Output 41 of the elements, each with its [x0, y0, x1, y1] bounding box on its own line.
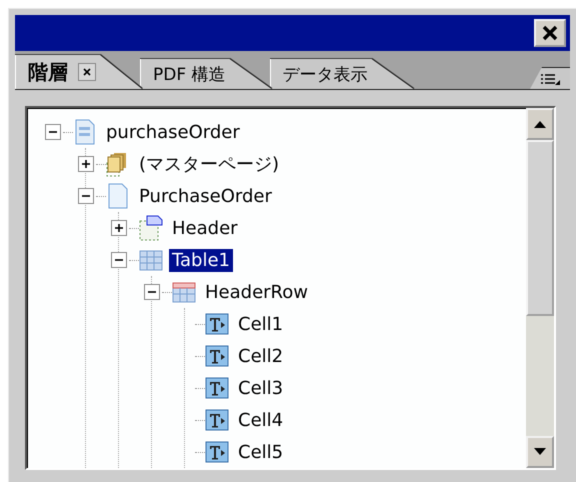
- close-button[interactable]: [534, 19, 566, 48]
- close-icon[interactable]: [78, 63, 96, 81]
- tab[interactable]: PDF 構造: [140, 59, 272, 89]
- collapse-button[interactable]: [111, 252, 127, 268]
- plus-icon: [114, 223, 124, 233]
- page-icon: [106, 183, 130, 209]
- collapse-button[interactable]: [144, 284, 160, 300]
- expand-button[interactable]: [78, 156, 94, 172]
- text-field-icon: [205, 311, 229, 337]
- tree-item[interactable]: PurchaseOrder: [136, 184, 275, 208]
- tree-item[interactable]: purchaseOrder: [103, 120, 243, 144]
- tree-item[interactable]: Table1: [169, 248, 233, 272]
- header-icon: [139, 215, 163, 241]
- text-field-icon: [205, 407, 229, 433]
- tree-item[interactable]: Cell1: [235, 312, 286, 336]
- down-arrow-icon: [534, 448, 546, 456]
- tree-item[interactable]: (マスターページ): [136, 151, 282, 177]
- scroll-thumb[interactable]: [526, 140, 554, 316]
- plus-icon: [81, 159, 91, 169]
- panel-menu-button[interactable]: [530, 67, 570, 89]
- expand-button[interactable]: [111, 220, 127, 236]
- tree-item[interactable]: Header: [169, 216, 241, 240]
- scroll-up-button[interactable]: [526, 108, 554, 140]
- tree-item[interactable]: Cell5: [235, 440, 286, 464]
- text-field-icon: [205, 343, 229, 369]
- tree-item[interactable]: Cell3: [235, 376, 286, 400]
- tree-item[interactable]: Cell4: [235, 408, 286, 432]
- tab[interactable]: 階層: [15, 55, 142, 89]
- collapse-button[interactable]: [45, 124, 61, 140]
- text-field-icon: [205, 375, 229, 401]
- collapse-button[interactable]: [78, 188, 94, 204]
- tab[interactable]: データ表示: [270, 59, 414, 89]
- up-arrow-icon: [534, 120, 546, 128]
- document-icon: [73, 119, 97, 145]
- menu-icon: [539, 72, 561, 86]
- text-field-icon: [205, 439, 229, 465]
- tree-item[interactable]: Cell2: [235, 344, 286, 368]
- scroll-down-button[interactable]: [526, 436, 554, 468]
- close-icon: [541, 24, 559, 42]
- scrollbar[interactable]: [526, 108, 554, 468]
- tree-item[interactable]: HeaderRow: [202, 280, 311, 304]
